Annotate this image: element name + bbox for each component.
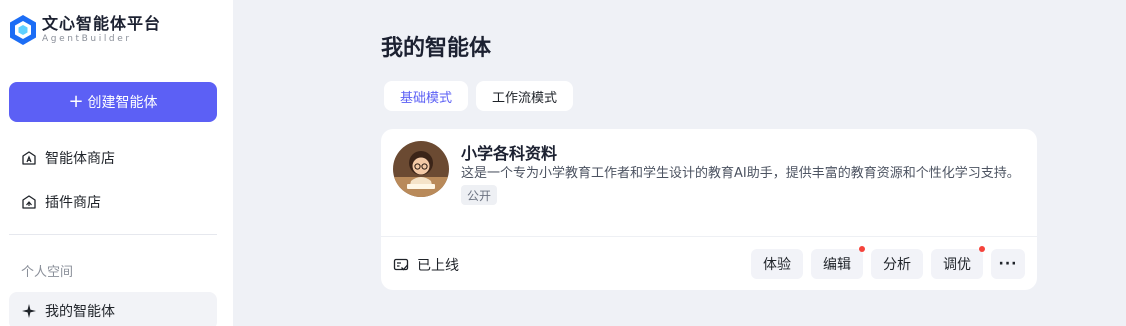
notification-dot (859, 246, 865, 252)
sidebar-item-label: 插件商店 (45, 195, 101, 211)
edit-button[interactable]: 编辑 (811, 246, 865, 279)
agent-card[interactable]: 小学各科资料 这是一个专为小学教育工作者和学生设计的教育AI助手，提供丰富的教育… (381, 129, 1037, 290)
analyze-button-label: 分析 (883, 257, 911, 273)
edit-button-label: 编辑 (823, 257, 851, 273)
status-indicator: 已上线 (393, 255, 459, 275)
sidebar-item-plugin-store[interactable]: 插件商店 (9, 184, 217, 220)
brand-title: 文心智能体平台 (42, 14, 162, 33)
sidebar-item-my-agents[interactable]: 我的智能体 (9, 292, 217, 326)
sidebar: 文心智能体平台 AgentBuilder + 创建智能体 智能体商店 插件商店 … (0, 0, 233, 326)
try-button[interactable]: 体验 (751, 249, 803, 279)
try-button-label: 体验 (763, 257, 791, 273)
status-text: 已上线 (417, 258, 459, 274)
agent-description: 这是一个专为小学教育工作者和学生设计的教育AI助手，提供丰富的教育资源和个性化学… (461, 166, 1020, 181)
tune-button[interactable]: 调优 (931, 246, 985, 279)
tune-button-label: 调优 (943, 257, 971, 273)
store-icon (22, 151, 36, 165)
plugin-icon (22, 195, 36, 209)
mode-tabs: 基础模式 工作流模式 (384, 81, 574, 111)
notification-dot (979, 246, 985, 252)
more-button[interactable]: ··· (991, 249, 1025, 279)
sparkle-icon (22, 304, 36, 318)
logo-icon (10, 15, 36, 45)
main-content: 我的智能体 基础模式 工作流模式 小学各科资料 这是一个专为小学教育工作者和学生… (233, 0, 1126, 326)
visibility-badge: 公开 (461, 185, 498, 205)
tab-basic-mode[interactable]: 基础模式 (384, 81, 469, 111)
brand-subtitle: AgentBuilder (42, 34, 132, 44)
card-divider (381, 236, 1037, 237)
sidebar-item-label: 我的智能体 (45, 304, 115, 320)
agent-name[interactable]: 小学各科资料 (461, 140, 557, 164)
card-actions: 体验 编辑 分析 调优 ··· (751, 246, 1025, 279)
create-agent-button[interactable]: + 创建智能体 (9, 82, 217, 122)
agent-avatar (393, 141, 449, 197)
more-icon: ··· (998, 256, 1018, 272)
analyze-button[interactable]: 分析 (871, 249, 923, 279)
plus-icon: + (68, 91, 84, 112)
brand-logo[interactable]: 文心智能体平台 AgentBuilder (9, 14, 161, 46)
sidebar-divider (9, 234, 217, 235)
sidebar-item-agent-store[interactable]: 智能体商店 (9, 140, 217, 176)
section-label-personal: 个人空间 (21, 265, 74, 280)
sidebar-item-label: 智能体商店 (45, 151, 115, 167)
tab-workflow-mode[interactable]: 工作流模式 (476, 81, 574, 111)
create-agent-label: 创建智能体 (87, 95, 158, 111)
online-status-icon (393, 258, 409, 271)
page-title: 我的智能体 (381, 36, 492, 61)
